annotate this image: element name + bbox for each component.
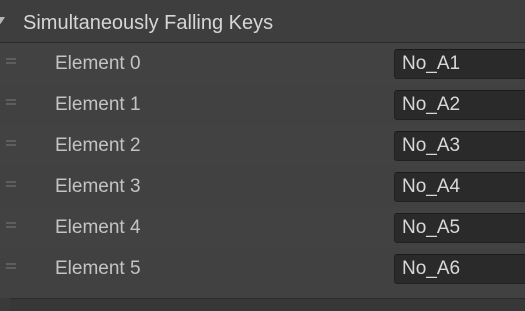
drag-handle-icon[interactable] xyxy=(6,222,16,232)
value-field[interactable]: No_A2 xyxy=(394,90,525,120)
element-label: Element 4 xyxy=(55,217,141,238)
foldout-arrow-icon[interactable] xyxy=(0,10,10,32)
value-field[interactable]: No_A1 xyxy=(394,49,525,79)
value-field[interactable]: No_A6 xyxy=(394,254,525,284)
drag-handle-icon[interactable] xyxy=(6,263,16,273)
element-label: Element 2 xyxy=(55,135,141,156)
list-item: Element 5 No_A6 xyxy=(0,248,525,289)
list-item: Element 3 No_A4 xyxy=(0,166,525,207)
drag-handle-icon[interactable] xyxy=(6,99,16,109)
drag-handle-icon[interactable] xyxy=(6,140,16,150)
foldout-header[interactable]: Simultaneously Falling Keys xyxy=(0,0,525,43)
inspector-panel: Simultaneously Falling Keys Element 0 No… xyxy=(0,0,525,311)
element-label: Element 1 xyxy=(55,94,141,115)
value-field[interactable]: No_A3 xyxy=(394,131,525,161)
list-body: Element 0 No_A1 Element 1 No_A2 Element … xyxy=(0,43,525,298)
list-item: Element 1 No_A2 xyxy=(0,84,525,125)
drag-handle-icon[interactable] xyxy=(6,181,16,191)
list-item: Element 0 No_A1 xyxy=(0,43,525,84)
element-label: Element 0 xyxy=(55,53,141,74)
drag-handle-icon[interactable] xyxy=(6,58,16,68)
element-label: Element 3 xyxy=(55,176,141,197)
list-footer xyxy=(0,298,525,311)
footer-edge xyxy=(0,298,10,311)
value-field[interactable]: No_A5 xyxy=(394,213,525,243)
list-item: Element 2 No_A3 xyxy=(0,125,525,166)
list-item: Element 4 No_A5 xyxy=(0,207,525,248)
foldout-title[interactable]: Simultaneously Falling Keys xyxy=(23,0,273,43)
element-label: Element 5 xyxy=(55,258,141,279)
value-field[interactable]: No_A4 xyxy=(394,172,525,202)
